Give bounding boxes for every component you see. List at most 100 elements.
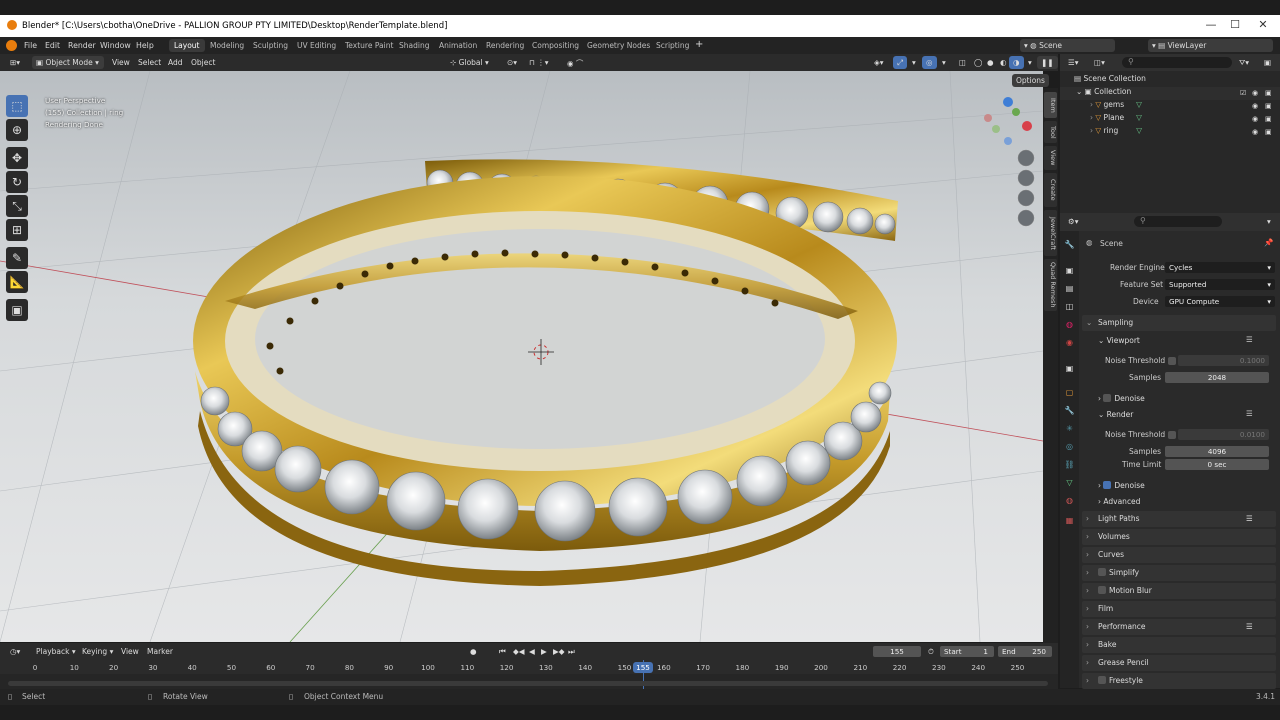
subsection-r-denoise[interactable]: › Denoise [1098,480,1145,490]
subsection-viewport[interactable]: ⌄ Viewport [1098,336,1140,345]
frame-ruler[interactable]: 0 10 20 30 40 50 60 70 80 90 100 110 120 130 140 150 160… [0,660,1058,674]
r-samples-field[interactable]: 4096 [1165,446,1269,457]
jump-end-icon[interactable]: ⏭ [564,645,579,658]
subsection-advanced[interactable]: › Advanced [1098,497,1140,506]
viewlayer-selector[interactable]: ▾ ▤ ViewLayer [1148,39,1273,52]
annotate-tool-icon[interactable]: ✎ [6,247,28,269]
tab-tool[interactable]: Tool [1044,121,1057,143]
stopwatch-icon[interactable]: ⏱ [924,645,938,658]
feature-set-dropdown[interactable]: Supported ▾ [1165,279,1275,290]
tab-scripting[interactable]: Scripting [651,39,694,52]
shading-dropdown-icon[interactable]: ▾ [1024,56,1036,69]
render-camera-icon[interactable]: ▣ [1265,128,1272,136]
overlay-dropdown-icon[interactable]: ▾ [938,56,950,69]
menu-add[interactable]: Add [164,56,187,69]
denoise-checkbox[interactable] [1103,394,1112,402]
rotate-tool-icon[interactable]: ↻ [6,171,28,193]
tab-layout[interactable]: Layout [169,39,205,52]
section-film[interactable]: › Film [1082,601,1276,617]
section-curves[interactable]: › Curves [1082,547,1276,563]
tab-geometry-nodes[interactable]: Geometry Nodes [582,39,655,52]
output-tab-icon[interactable]: ▤ [1064,283,1075,294]
move-tool-icon[interactable]: ✥ [6,147,28,169]
object-tab-icon[interactable]: ▢ [1064,387,1075,398]
material-tab-icon[interactable]: ◍ [1064,495,1075,506]
options-button[interactable]: Options [1012,74,1049,87]
freestyle-checkbox[interactable] [1098,676,1106,684]
subsection-render[interactable]: ⌄ Render [1098,410,1133,419]
display-mode-icon[interactable]: ◫▾ [1090,56,1109,69]
simplify-checkbox[interactable] [1098,568,1106,576]
tab-jewelcraft[interactable]: JewelCraft [1044,210,1057,256]
menu-help[interactable]: Help [136,41,154,50]
menu-marker[interactable]: Marker [143,645,177,658]
tab-uv-editing[interactable]: UV Editing [292,39,341,52]
properties-options-icon[interactable]: ▾ [1263,215,1275,228]
section-simplify[interactable]: › Simplify [1082,565,1276,581]
measure-tool-icon[interactable]: 📐 [6,271,28,293]
tab-item[interactable]: Item [1044,92,1057,118]
outliner-editor-icon[interactable]: ☰▾ [1064,56,1083,69]
collection-tab-icon[interactable]: ▣ [1064,363,1075,374]
render-camera-icon[interactable]: ▣ [1265,115,1272,123]
add-cube-tool-icon[interactable]: ▣ [6,299,28,321]
section-volumes[interactable]: › Volumes [1082,529,1276,545]
tab-shading[interactable]: Shading [394,39,434,52]
menu-render[interactable]: Render [68,41,96,50]
render-camera-icon[interactable]: ▣ [1265,89,1272,97]
section-grease-pencil[interactable]: › Grease Pencil [1082,655,1276,671]
filter-icon[interactable]: ⛛▾ [1235,56,1253,69]
subsection-vp-denoise[interactable]: › Denoise [1098,393,1145,403]
list-icon[interactable]: ☰ [1246,409,1253,418]
particles-tab-icon[interactable]: ✳ [1064,423,1075,434]
texture-tab-icon[interactable]: ▦ [1064,515,1075,526]
tab-quad-remesh[interactable]: Quad Remesh [1044,259,1057,311]
denoise-checkbox-checked[interactable] [1103,481,1112,489]
visibility-eye-icon[interactable]: ◉ [1252,102,1258,110]
outliner-collection[interactable]: ⌄ ▣ Collection ☑ ◉ ▣ [1060,87,1280,100]
device-dropdown[interactable]: GPU Compute ▾ [1165,296,1275,307]
tab-rendering[interactable]: Rendering [481,39,529,52]
tab-compositing[interactable]: Compositing [527,39,584,52]
menu-edit[interactable]: Edit [45,41,60,50]
tab-sculpting[interactable]: Sculpting [248,39,293,52]
menu-select[interactable]: Select [134,56,165,69]
tool-tab-icon[interactable]: 🔧 [1064,239,1075,250]
outliner-item-gems[interactable]: › ▽ gems ▽ ◉ ▣ [1060,100,1280,113]
timeline-editor-icon[interactable]: ◷▾ [6,645,24,658]
blender-menu-icon[interactable] [6,40,17,51]
3d-viewport[interactable] [0,71,1043,642]
menu-window[interactable]: Window [100,41,131,50]
new-collection-icon[interactable]: ▣ [1260,56,1275,69]
tab-texture-paint[interactable]: Texture Paint [340,39,398,52]
visibility-eye-icon[interactable]: ◉ [1252,128,1258,136]
outliner-scene-collection[interactable]: ▤ Scene Collection [1060,74,1280,87]
pause-render-icon[interactable]: ❚❚ [1037,56,1058,69]
noise-threshold-checkbox[interactable] [1168,357,1176,365]
gizmo-toggle-icon[interactable]: ⤢ [893,56,907,69]
visibility-eye-icon[interactable]: ◉ [1252,115,1258,123]
properties-search-icon[interactable]: ⚲ [1134,216,1222,227]
render-tab-icon[interactable]: ▣ [1064,265,1075,276]
close-icon[interactable]: ✕ [1248,18,1278,34]
pin-icon[interactable]: 📌 [1264,238,1273,247]
render-camera-icon[interactable]: ▣ [1265,102,1272,110]
add-workspace-icon[interactable]: + [695,39,703,50]
vp-samples-field[interactable]: 2048 [1165,372,1269,383]
current-frame-field[interactable]: 155 [873,646,921,657]
jump-start-icon[interactable]: ⏮ [495,645,510,658]
section-bake[interactable]: › Bake [1082,637,1276,653]
menu-keying[interactable]: Keying ▾ [78,645,117,658]
outliner-item-plane[interactable]: › ▽ Plane ▽ ◉ ▣ [1060,113,1280,126]
section-sampling[interactable]: ⌄ Sampling [1082,315,1276,331]
render-engine-dropdown[interactable]: Cycles ▾ [1165,262,1275,273]
r-noise-threshold-field[interactable]: 0.0100 [1178,429,1269,440]
menu-timeline-view[interactable]: View [117,645,143,658]
data-tab-icon[interactable]: ▽ [1064,477,1075,488]
playhead[interactable]: 155 [633,662,653,673]
motion-blur-checkbox[interactable] [1098,586,1106,594]
constraints-tab-icon[interactable]: ⛓ [1064,459,1075,470]
tab-modeling[interactable]: Modeling [205,39,249,52]
vp-noise-threshold-field[interactable]: 0.1000 [1178,355,1269,366]
scene-selector[interactable]: ▾ ◍ Scene [1020,39,1115,52]
